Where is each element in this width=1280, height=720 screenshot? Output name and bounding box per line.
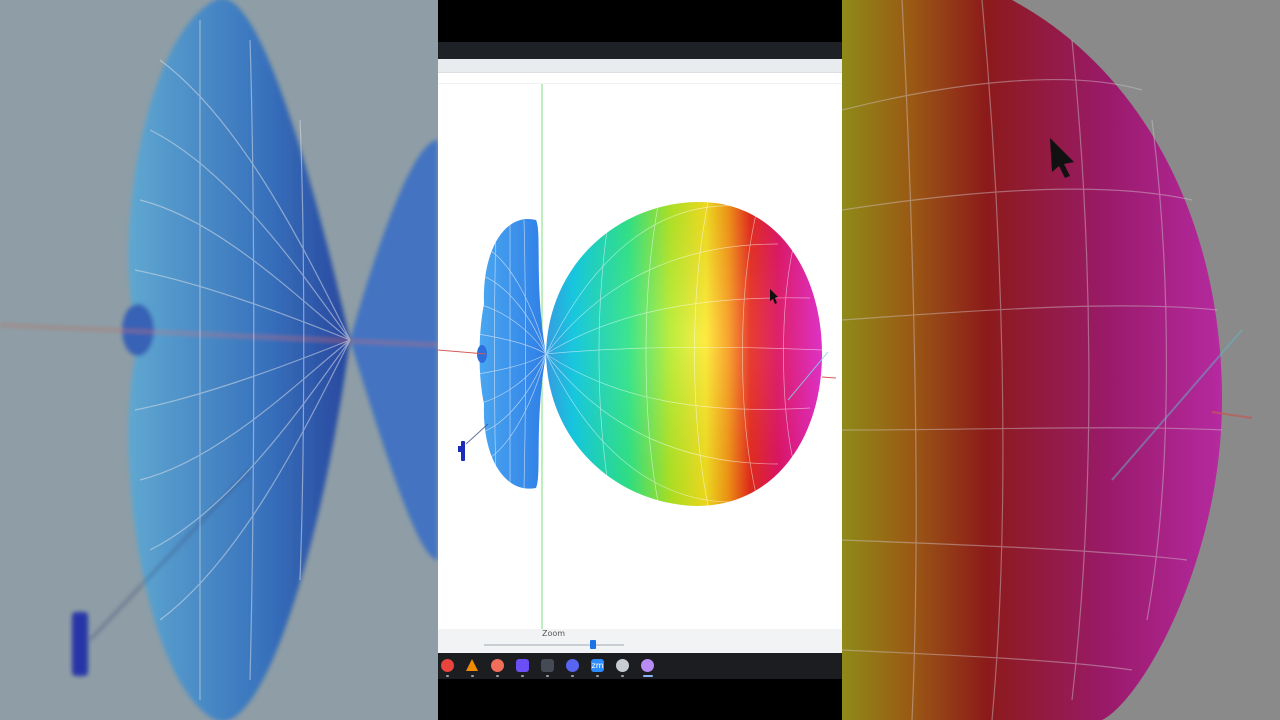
apps-grid-icon[interactable] [516, 659, 529, 672]
blurred-main-lobe-graphic [842, 0, 1280, 720]
chrome-icon[interactable] [441, 659, 454, 672]
video-frame: Zoom zm [0, 0, 1280, 720]
taskbar-running-indicator [571, 675, 574, 677]
vlc-icon[interactable] [466, 659, 478, 671]
taskbar-running-indicator [446, 675, 449, 677]
window-title-bar [438, 42, 842, 59]
radiation-pattern-plot[interactable] [438, 84, 842, 630]
antenna-sim-icon[interactable] [641, 659, 654, 672]
app-screen-recording: Zoom zm [438, 0, 842, 720]
antenna-pattern-viewer-window: Zoom [438, 59, 842, 653]
blurred-back-lobe-graphic [0, 0, 438, 720]
settings-gear-icon[interactable] [616, 659, 629, 672]
taskbar-running-indicator [643, 675, 653, 677]
taskbar-running-indicator [621, 675, 624, 677]
desktop-taskbar: zm [438, 653, 842, 679]
zoom-slider-thumb[interactable] [590, 640, 597, 649]
terminal-icon[interactable] [541, 659, 554, 672]
3d-radiation-pattern-viewport[interactable] [438, 83, 842, 630]
back-lobe [479, 218, 546, 489]
viewer-toolbar [438, 59, 842, 73]
taskbar-running-indicator [521, 675, 524, 677]
taskbar-running-indicator [596, 675, 599, 677]
taskbar-running-indicator [546, 675, 549, 677]
zoom-label: Zoom [542, 629, 566, 638]
taskbar-running-indicator [496, 675, 499, 677]
blurred-background-left [0, 0, 438, 720]
discord-icon[interactable] [566, 659, 579, 672]
antenna-model-icon [458, 441, 465, 461]
taskbar-running-indicator [471, 675, 474, 677]
zoom-slider-track[interactable] [484, 644, 624, 646]
app-launcher-icon[interactable] [491, 659, 504, 672]
zoom-app-icon[interactable]: zm [591, 659, 604, 672]
blurred-background-right [842, 0, 1280, 720]
zoom-control-bar: Zoom [438, 629, 842, 653]
